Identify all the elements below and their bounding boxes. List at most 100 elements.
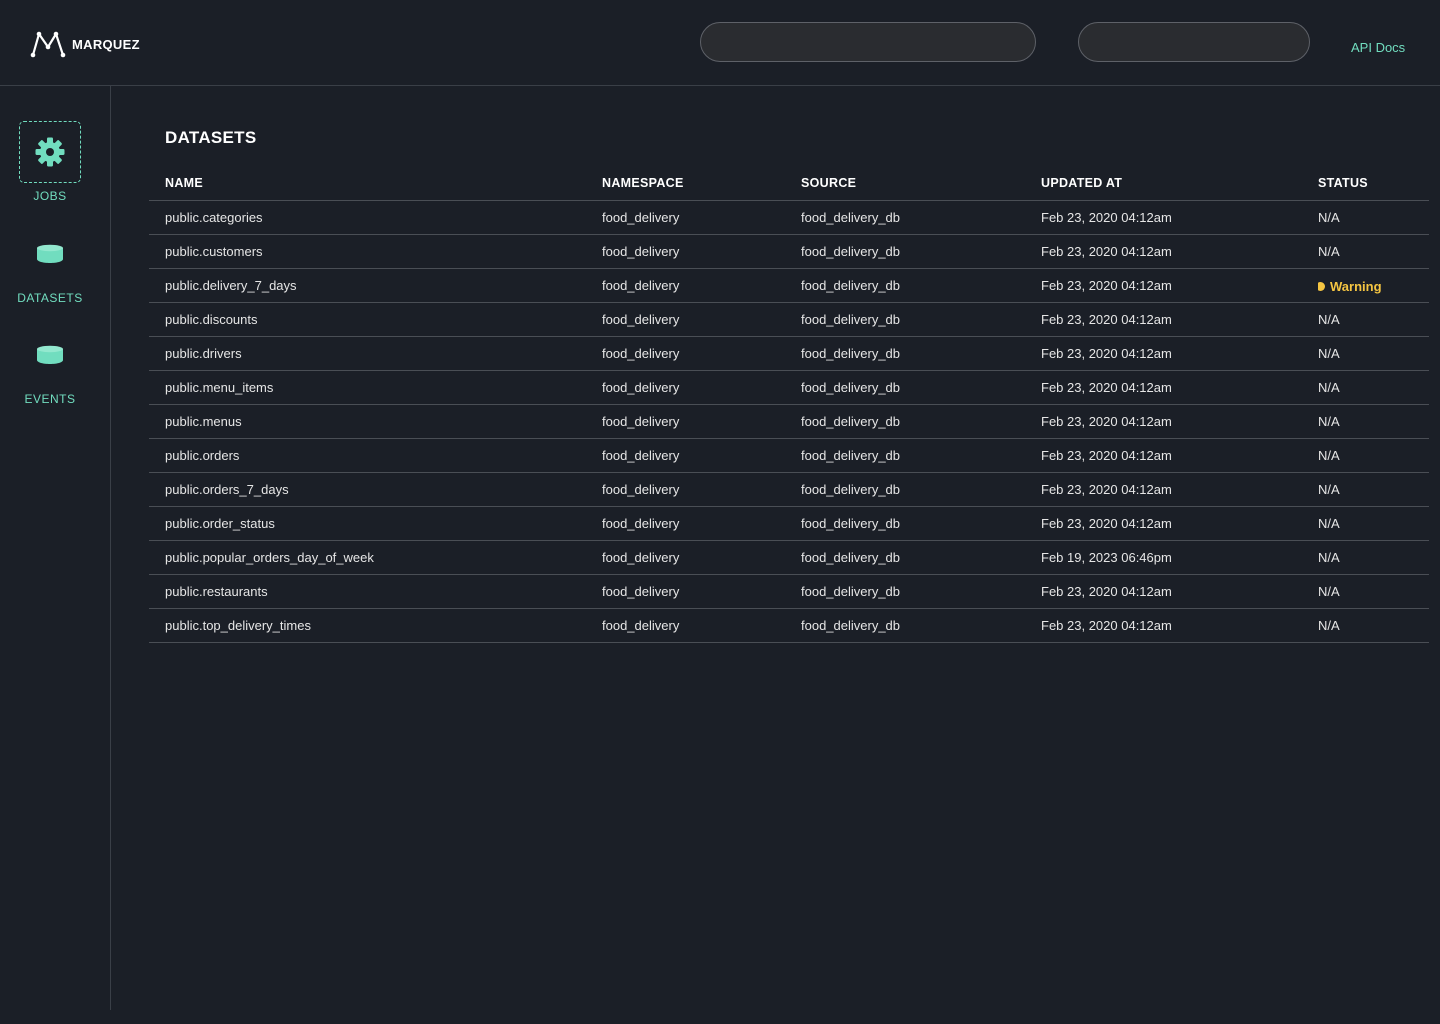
status-cell: N/A [1318,506,1429,541]
dataset-name-link[interactable]: public.menu_items [149,370,602,405]
status-cell: N/A [1318,574,1429,609]
table-row[interactable]: public.menu_items food_delivery food_deliv… [149,370,1429,405]
warning-dot-icon [1318,281,1325,291]
column-header-name[interactable]: NAME [149,166,602,201]
updated-at-cell: Feb 23, 2020 04:12am [1041,438,1318,473]
source-cell: food_delivery_db [801,540,1041,575]
status-cell: N/A [1318,370,1429,405]
dataset-name-link[interactable]: public.orders [149,438,602,473]
database-icon [37,244,63,263]
namespace-cell: food_delivery [602,336,801,371]
status-cell: N/A [1318,302,1429,337]
source-cell: food_delivery_db [801,506,1041,541]
sidebar-item-datasets-icon-box[interactable] [19,223,81,285]
source-cell: food_delivery_db [801,336,1041,371]
namespace-cell: food_delivery [602,540,801,575]
source-cell: food_delivery_db [801,200,1041,235]
namespace-cell: food_delivery [602,200,801,235]
dataset-name-link[interactable]: public.menus [149,404,602,439]
status-cell: Warning [1318,268,1429,303]
dataset-name-link[interactable]: public.top_delivery_times [149,608,602,643]
updated-at-cell: Feb 23, 2020 04:12am [1041,336,1318,371]
table-row[interactable]: public.menus food_delivery food_delivery_d… [149,404,1429,439]
namespace-cell: food_delivery [602,472,801,507]
dataset-name-link[interactable]: public.restaurants [149,574,602,609]
status-cell: N/A [1318,472,1429,507]
dataset-name-link[interactable]: public.orders_7_days [149,472,602,507]
sidebar-item-events[interactable]: EVENTS [0,324,100,406]
gear-icon [35,137,65,167]
column-header-source[interactable]: SOURCE [801,166,1041,201]
table-row[interactable]: public.delivery_7_days food_delivery food_… [149,268,1429,303]
updated-at-cell: Feb 19, 2023 06:46pm [1041,540,1318,575]
dataset-name-link[interactable]: public.customers [149,234,602,269]
updated-at-cell: Feb 23, 2020 04:12am [1041,574,1318,609]
namespace-cell: food_delivery [602,234,801,269]
sidebar-item-label: EVENTS [24,392,76,406]
source-cell: food_delivery_db [801,234,1041,269]
sidebar-item-jobs[interactable]: JOBS [0,121,100,203]
source-cell: food_delivery_db [801,302,1041,337]
sidebar-item-label: DATASETS [17,291,83,305]
namespace-select[interactable] [1078,22,1310,62]
sidebar: JOBS DATASETS EVENTS [0,86,111,1010]
namespace-cell: food_delivery [602,302,801,337]
namespace-cell: food_delivery [602,268,801,303]
dataset-name-link[interactable]: public.popular_orders_day_of_week [149,540,602,575]
datasets-table: NAME NAMESPACE SOURCE UPDATED AT STATUS … [149,166,1429,643]
logo-text: MARQUEZ [72,36,140,52]
table-row[interactable]: public.popular_orders_day_of_week food_de… [149,540,1429,575]
source-cell: food_delivery_db [801,608,1041,643]
status-cell: N/A [1318,608,1429,643]
status-cell: N/A [1318,200,1429,235]
updated-at-cell: Feb 23, 2020 04:12am [1041,234,1318,269]
updated-at-cell: Feb 23, 2020 04:12am [1041,302,1318,337]
dataset-name-link[interactable]: public.discounts [149,302,602,337]
source-cell: food_delivery_db [801,268,1041,303]
column-header-updated-at[interactable]: UPDATED AT [1041,166,1318,201]
status-label: Warning [1330,278,1382,294]
namespace-cell: food_delivery [602,438,801,473]
updated-at-cell: Feb 23, 2020 04:12am [1041,472,1318,507]
column-header-namespace[interactable]: NAMESPACE [602,166,801,201]
updated-at-cell: Feb 23, 2020 04:12am [1041,506,1318,541]
search-input[interactable] [700,22,1036,62]
status-cell: N/A [1318,336,1429,371]
table-header-row: NAME NAMESPACE SOURCE UPDATED AT STATUS [149,166,1429,201]
sidebar-item-events-icon-box[interactable] [19,324,81,386]
dataset-name-link[interactable]: public.drivers [149,336,602,371]
source-cell: food_delivery_db [801,370,1041,405]
source-cell: food_delivery_db [801,472,1041,507]
table-row[interactable]: public.order_status food_delivery food_del… [149,506,1429,541]
dataset-name-link[interactable]: public.order_status [149,506,602,541]
dataset-name-link[interactable]: public.delivery_7_days [149,268,602,303]
table-row[interactable]: public.discounts food_delivery food_delive… [149,302,1429,337]
table-row[interactable]: public.categories food_delivery food_deliv… [149,200,1429,235]
sidebar-item-jobs-icon-box[interactable] [19,121,81,183]
updated-at-cell: Feb 23, 2020 04:12am [1041,268,1318,303]
sidebar-item-datasets[interactable]: DATASETS [0,223,100,305]
table-body: public.categories food_delivery food_deliv… [149,200,1429,643]
status-cell: N/A [1318,404,1429,439]
column-header-status[interactable]: STATUS [1318,166,1429,201]
updated-at-cell: Feb 23, 2020 04:12am [1041,404,1318,439]
status-cell: N/A [1318,438,1429,473]
source-cell: food_delivery_db [801,574,1041,609]
database-icon [37,345,63,364]
namespace-cell: food_delivery [602,574,801,609]
table-row[interactable]: public.orders_7_days food_delivery food_de… [149,472,1429,507]
api-docs-link[interactable]: API Docs [1351,40,1405,55]
table-row[interactable]: public.restaurants food_delivery food_deli… [149,574,1429,609]
marquez-logo[interactable]: MARQUEZ [30,30,140,58]
status-cell: N/A [1318,234,1429,269]
table-row[interactable]: public.top_delivery_times food_delivery fo… [149,608,1429,643]
updated-at-cell: Feb 23, 2020 04:12am [1041,200,1318,235]
page-title: DATASETS [165,128,257,147]
table-row[interactable]: public.drivers food_delivery food_delivery… [149,336,1429,371]
top-bar: MARQUEZ API Docs [0,0,1440,86]
status-badge: Warning [1318,279,1382,294]
source-cell: food_delivery_db [801,438,1041,473]
table-row[interactable]: public.customers food_delivery food_delive… [149,234,1429,269]
dataset-name-link[interactable]: public.categories [149,200,602,235]
table-row[interactable]: public.orders food_delivery food_delivery_… [149,438,1429,473]
